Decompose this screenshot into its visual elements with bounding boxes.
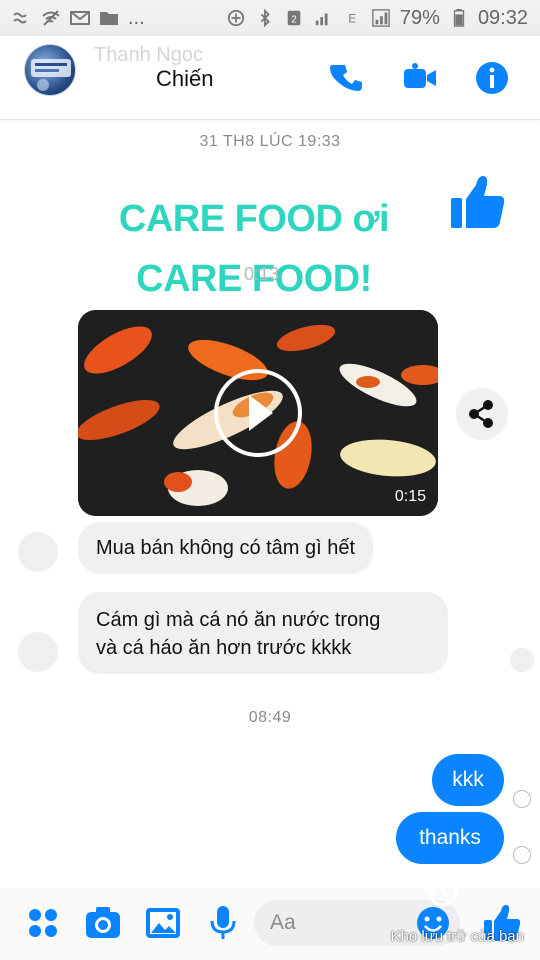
wave-icon <box>13 12 27 24</box>
video-call-icon[interactable] <box>402 60 438 96</box>
video-message[interactable]: 0:15 <box>78 310 438 516</box>
info-icon[interactable] <box>474 60 510 96</box>
status-left: ... <box>12 7 145 30</box>
video-thumbnail <box>78 310 438 516</box>
sync-icon <box>227 9 245 27</box>
message-text-line2: và cá háo ăn hơn trước kkkk <box>96 637 352 659</box>
archive-watermark: Kho lưu trữ của bạn <box>390 928 525 945</box>
email-icon <box>70 11 90 25</box>
avatar[interactable] <box>24 44 76 96</box>
svg-text:E: E <box>348 13 356 26</box>
contact-name-faded: Thanh Ngoc <box>94 44 203 66</box>
date-separator: 31 TH8 LÚC 19:33 <box>199 133 341 150</box>
history-icon <box>424 877 458 907</box>
message-text-line1: Cám gì mà cá nó ăn nước trong <box>96 609 381 631</box>
status-right: 2 E 79% 09:32 <box>226 7 528 30</box>
video-duration: 0:15 <box>394 488 426 505</box>
apps-icon[interactable] <box>24 904 62 942</box>
gallery-icon[interactable] <box>144 904 182 942</box>
incoming-message[interactable]: Mua bán không có tâm gì hết <box>78 522 374 574</box>
bluetooth-icon <box>260 9 270 27</box>
phone-icon[interactable] <box>330 60 366 96</box>
sender-avatar <box>18 632 58 672</box>
promo-text-line1: CARE FOOD ơi <box>118 198 390 240</box>
battery-percent: 79% <box>399 6 440 29</box>
share-icon <box>469 400 493 428</box>
conversation-title[interactable]: Chiến <box>156 66 213 92</box>
incoming-message[interactable]: Cám gì mà cá nó ăn nước trong và cá háo … <box>78 592 448 674</box>
avatar-image <box>31 59 71 91</box>
video-overlay-time: 0:13 <box>244 264 280 284</box>
message-text: Mua bán không có tâm gì hết <box>96 537 356 559</box>
camera-icon[interactable] <box>84 904 122 942</box>
sender-avatar <box>18 532 58 572</box>
sent-indicator <box>513 790 531 808</box>
sim-2-icon: 2 <box>287 10 301 26</box>
mic-icon[interactable] <box>204 904 242 942</box>
sent-indicator <box>513 846 531 864</box>
signal-2-icon <box>372 9 390 27</box>
status-time: 09:32 <box>477 6 528 29</box>
battery-icon <box>453 9 465 27</box>
outgoing-message[interactable]: kkk <box>432 754 504 806</box>
message-text: kkk <box>452 768 484 791</box>
signal-icon <box>315 13 328 26</box>
share-button[interactable] <box>456 388 508 440</box>
folder-icon <box>100 12 118 25</box>
time-separator: 08:49 <box>248 709 292 726</box>
status-bar: ... 2 E 79% 09:32 <box>0 0 540 36</box>
conversation-header: Thanh Ngoc Chiến <box>0 36 540 120</box>
svg-text:2: 2 <box>291 15 297 26</box>
data-e-icon: E <box>348 13 356 26</box>
outgoing-message[interactable]: thanks <box>396 812 504 864</box>
read-receipt-avatar <box>510 648 534 672</box>
status-ellipsis: ... <box>128 6 145 29</box>
wifi-off-icon <box>42 10 60 26</box>
message-text: thanks <box>419 826 481 849</box>
